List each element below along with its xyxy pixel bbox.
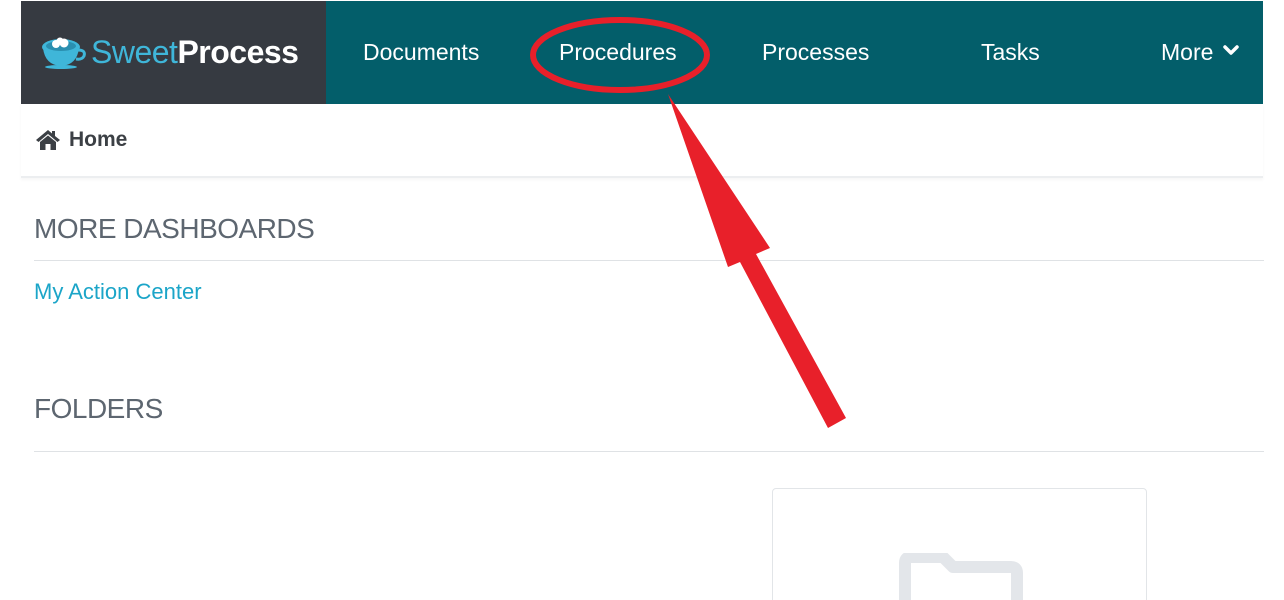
brand-logo[interactable]: SweetProcess bbox=[21, 1, 326, 104]
nav-processes[interactable]: Processes bbox=[762, 1, 869, 104]
app-page: SweetProcess Documents Procedures Proces… bbox=[0, 0, 1284, 600]
section-divider bbox=[34, 451, 1264, 452]
brand-name-part2: Process bbox=[177, 34, 299, 70]
breadcrumb-home-label: Home bbox=[69, 128, 128, 151]
breadcrumb: Home bbox=[21, 104, 1263, 178]
nav-documents[interactable]: Documents bbox=[363, 1, 479, 104]
nav-tasks[interactable]: Tasks bbox=[981, 1, 1040, 104]
section-divider bbox=[34, 260, 1264, 261]
folder-icon bbox=[899, 553, 1023, 600]
nav-procedures[interactable]: Procedures bbox=[559, 1, 677, 104]
folders-heading: FOLDERS bbox=[34, 393, 163, 424]
nav-more[interactable]: More bbox=[1161, 1, 1240, 104]
top-navigation-bar: SweetProcess Documents Procedures Proces… bbox=[21, 1, 1263, 104]
my-action-center-link[interactable]: My Action Center bbox=[34, 279, 202, 305]
breadcrumb-home-link[interactable]: Home bbox=[35, 128, 127, 152]
home-icon bbox=[36, 130, 60, 150]
folder-card[interactable] bbox=[772, 488, 1147, 600]
teacup-logo-icon bbox=[42, 37, 86, 69]
brand-name: SweetProcess bbox=[91, 32, 299, 72]
chevron-down-icon bbox=[1223, 45, 1240, 55]
brand-name-part1: Sweet bbox=[91, 34, 178, 70]
more-dashboards-heading: MORE DASHBOARDS bbox=[34, 213, 315, 244]
nav-more-label: More bbox=[1161, 39, 1214, 65]
